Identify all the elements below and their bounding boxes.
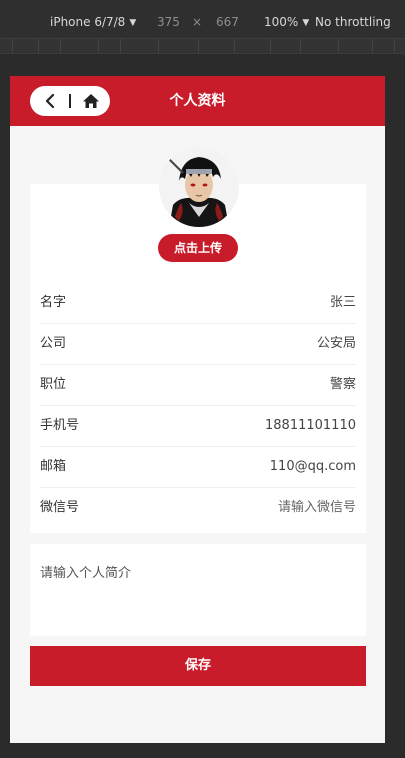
chevron-left-icon: [45, 93, 54, 109]
device-label: iPhone 6/7/8: [50, 15, 126, 29]
avatar-image: [159, 147, 239, 227]
viewport-height-input[interactable]: 667: [216, 15, 239, 29]
avatar[interactable]: [159, 147, 239, 227]
field-value: 18811101110: [265, 418, 356, 433]
device-select[interactable]: iPhone 6/7/8 ▼: [50, 15, 136, 29]
field-label: 公司: [40, 336, 67, 351]
field-label: 邮箱: [40, 459, 67, 474]
field-row-name[interactable]: 名字 张三: [40, 283, 356, 324]
field-label: 职位: [40, 377, 67, 392]
home-icon: [82, 94, 99, 108]
ruler: [0, 38, 405, 54]
field-value: 公安局: [316, 336, 356, 351]
dimension-separator: ×: [192, 15, 203, 29]
upload-button[interactable]: 点击上传: [158, 234, 238, 262]
nav-capsule: [30, 86, 110, 116]
field-row-phone[interactable]: 手机号 18811101110: [40, 406, 356, 447]
devtools-toolbar: iPhone 6/7/8 ▼ 375 × 667 100% ▼ No throttl…: [0, 0, 405, 38]
page-header: 个人资料: [10, 76, 385, 126]
zoom-label: 100%: [264, 15, 299, 29]
field-row-position[interactable]: 职位 警察: [40, 365, 356, 406]
mobile-viewport: 个人资料 名字 张三 公司 公安局 职位 警察 手机号 18811101110 …: [10, 76, 385, 743]
field-label: 名字: [40, 295, 67, 310]
bio-textarea[interactable]: 请输入个人简介: [40, 562, 131, 581]
field-label: 手机号: [40, 418, 80, 433]
field-value: 警察: [329, 377, 356, 392]
back-button[interactable]: [30, 86, 69, 116]
throttling-select[interactable]: No throttling: [315, 15, 391, 29]
caret-down-icon: ▼: [129, 18, 137, 28]
home-button[interactable]: [71, 86, 110, 116]
field-label: 微信号: [40, 500, 80, 515]
field-row-email[interactable]: 邮箱 110@qq.com: [40, 447, 356, 488]
bio-card: 请输入个人简介: [30, 544, 366, 636]
caret-down-icon: ▼: [302, 18, 310, 28]
field-row-company[interactable]: 公司 公安局: [40, 324, 356, 365]
viewport-width-input[interactable]: 375: [157, 15, 180, 29]
zoom-select[interactable]: 100% ▼: [264, 15, 309, 29]
field-row-wechat[interactable]: 微信号 请输入微信号: [40, 488, 356, 528]
field-value: 张三: [329, 295, 356, 310]
save-button[interactable]: 保存: [30, 646, 366, 686]
throttling-label: No throttling: [315, 15, 391, 29]
wechat-input[interactable]: 请输入微信号: [278, 488, 356, 528]
field-value: 110@qq.com: [269, 459, 356, 474]
